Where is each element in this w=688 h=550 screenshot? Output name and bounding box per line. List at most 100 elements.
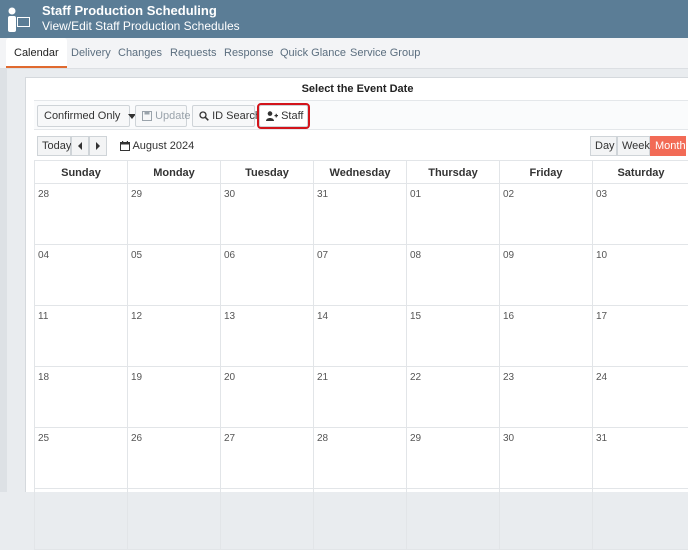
view-week-button[interactable]: Week — [617, 136, 650, 156]
day-cell[interactable]: 22 — [406, 367, 499, 428]
day-cell[interactable]: 27 — [220, 428, 313, 489]
weekday-header-wednesday: Wednesday — [313, 160, 406, 184]
day-cell[interactable]: 30 — [220, 184, 313, 245]
next-month-button[interactable] — [89, 136, 107, 156]
day-cell[interactable] — [127, 489, 220, 550]
day-number: 15 — [410, 311, 422, 322]
day-cell[interactable]: 18 — [34, 367, 127, 428]
staff-logo-icon — [8, 7, 30, 32]
day-cell[interactable]: 15 — [406, 306, 499, 367]
day-cell[interactable] — [313, 489, 406, 550]
day-cell[interactable]: 19 — [127, 367, 220, 428]
day-number: 30 — [224, 189, 236, 200]
day-cell[interactable]: 26 — [127, 428, 220, 489]
day-cell[interactable]: 30 — [499, 428, 592, 489]
day-number: 21 — [317, 372, 329, 383]
day-number: 28 — [38, 189, 50, 200]
day-number: 06 — [224, 250, 236, 261]
prev-month-button[interactable] — [71, 136, 89, 156]
left-sidebar-strip — [0, 69, 7, 492]
day-cell[interactable]: 11 — [34, 306, 127, 367]
day-cell[interactable]: 29 — [406, 428, 499, 489]
day-number: 31 — [317, 189, 329, 200]
day-cell[interactable]: 31 — [313, 184, 406, 245]
day-cell[interactable]: 20 — [220, 367, 313, 428]
day-cell[interactable]: 13 — [220, 306, 313, 367]
day-cell[interactable] — [499, 489, 592, 550]
staff-button[interactable]: Staff — [257, 103, 310, 129]
day-cell[interactable]: 03 — [592, 184, 688, 245]
day-cell[interactable] — [592, 489, 688, 550]
app-subtitle: View/Edit Staff Production Schedules — [42, 19, 240, 33]
chevron-right-icon — [96, 142, 100, 151]
day-number: 17 — [596, 311, 608, 322]
day-number: 23 — [503, 372, 515, 383]
day-cell[interactable]: 08 — [406, 245, 499, 306]
day-cell[interactable]: 07 — [313, 245, 406, 306]
day-number: 07 — [317, 250, 329, 261]
day-cell[interactable] — [34, 489, 127, 550]
calendar-panel: Select the Event Date Confirmed Only Upd… — [25, 77, 688, 550]
update-button[interactable]: Update — [135, 105, 191, 127]
day-number: 08 — [410, 250, 422, 261]
day-cell[interactable]: 01 — [406, 184, 499, 245]
day-cell[interactable] — [406, 489, 499, 550]
day-number: 24 — [596, 372, 608, 383]
day-cell[interactable]: 28 — [313, 428, 406, 489]
day-number: 26 — [131, 433, 143, 444]
update-label: Update — [155, 110, 191, 122]
day-cell[interactable]: 02 — [499, 184, 592, 245]
day-cell[interactable]: 05 — [127, 245, 220, 306]
day-cell[interactable]: 28 — [34, 184, 127, 245]
day-cell[interactable]: 21 — [313, 367, 406, 428]
id-search-button[interactable]: ID Search — [192, 105, 261, 127]
chevron-left-icon — [78, 142, 82, 151]
day-cell[interactable]: 29 — [127, 184, 220, 245]
tab-service-group[interactable]: Service Group — [342, 38, 428, 69]
day-number: 25 — [38, 433, 50, 444]
month-grid: Sunday Monday Tuesday Wednesday Thursday Frid… — [34, 160, 688, 550]
app-title: Staff Production Scheduling — [42, 3, 217, 18]
today-button[interactable]: Today — [37, 136, 71, 156]
day-number: 30 — [503, 433, 515, 444]
day-cell[interactable]: 12 — [127, 306, 220, 367]
day-number: 16 — [503, 311, 515, 322]
day-cell[interactable]: 24 — [592, 367, 688, 428]
view-day-button[interactable]: Day — [590, 136, 617, 156]
day-cell[interactable]: 09 — [499, 245, 592, 306]
main-tabs: Calendar Delivery Changes Requests Respo… — [0, 38, 688, 69]
day-cell[interactable]: 23 — [499, 367, 592, 428]
day-number: 31 — [596, 433, 608, 444]
day-number: 29 — [131, 189, 143, 200]
day-cell[interactable]: 16 — [499, 306, 592, 367]
day-cell[interactable]: 31 — [592, 428, 688, 489]
staff-label: Staff — [281, 110, 304, 122]
tab-calendar[interactable]: Calendar — [6, 38, 67, 68]
day-number: 11 — [38, 311, 49, 322]
calendar-navbar: Today August 2024 Day Week Month — [34, 132, 688, 160]
day-number: 05 — [131, 250, 143, 261]
day-number: 02 — [503, 189, 515, 200]
weekday-header-friday: Friday — [499, 160, 592, 184]
day-number: 14 — [317, 311, 329, 322]
day-number: 03 — [596, 189, 608, 200]
day-cell[interactable]: 04 — [34, 245, 127, 306]
app-header: Staff Production Scheduling View/Edit St… — [0, 0, 688, 38]
weekday-header-sunday: Sunday — [34, 160, 127, 184]
toolbar: Confirmed Only Update ID Search Staff — [34, 100, 688, 130]
day-cell[interactable]: 10 — [592, 245, 688, 306]
weekday-header-saturday: Saturday — [592, 160, 688, 184]
day-number: 22 — [410, 372, 422, 383]
panel-title: Select the Event Date — [301, 83, 414, 95]
day-cell[interactable] — [220, 489, 313, 550]
day-cell[interactable]: 14 — [313, 306, 406, 367]
month-label: August 2024 — [132, 140, 195, 152]
day-number: 04 — [38, 250, 50, 261]
view-month-button[interactable]: Month — [650, 136, 686, 156]
day-cell[interactable]: 25 — [34, 428, 127, 489]
day-number: 13 — [224, 311, 236, 322]
day-cell[interactable]: 06 — [220, 245, 313, 306]
filter-select[interactable]: Confirmed Only — [37, 105, 137, 127]
day-number: 01 — [410, 189, 422, 200]
day-cell[interactable]: 17 — [592, 306, 688, 367]
